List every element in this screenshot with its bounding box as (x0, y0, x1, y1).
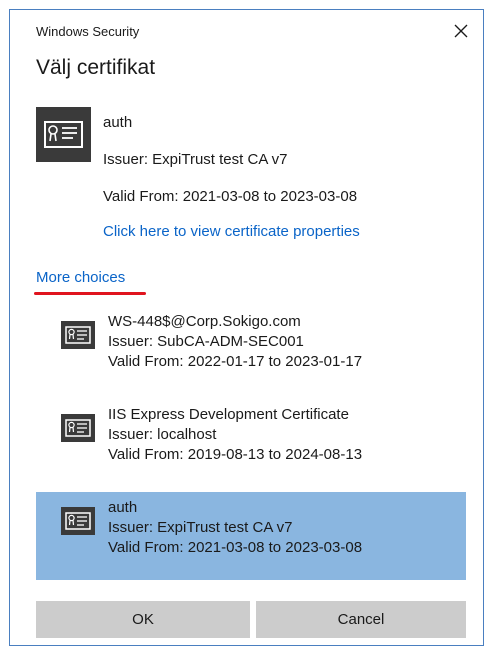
dialog-buttons: OK Cancel (36, 601, 466, 639)
choice-issuer: Issuer: localhost (108, 426, 217, 443)
certificate-choice-1[interactable]: WS-448$@Corp.Sokigo.com Issuer: SubCA-AD… (36, 306, 466, 394)
choice-name: WS-448$@Corp.Sokigo.com (108, 313, 301, 330)
certificate-choice-2[interactable]: IIS Express Development Certificate Issu… (36, 399, 466, 487)
choice-validity: Valid From: 2021-03-08 to 2023-03-08 (108, 539, 363, 556)
certificate-validity: Valid From: 2021-03-08 to 2023-03-08 (103, 188, 358, 205)
close-button[interactable] (447, 18, 475, 44)
cancel-button[interactable]: Cancel (256, 601, 466, 638)
window-title: Windows Security (36, 24, 140, 39)
choice-issuer: Issuer: SubCA-ADM-SEC001 (108, 333, 304, 350)
view-properties-link[interactable]: Click here to view certificate propertie… (103, 223, 360, 240)
certificate-icon (36, 107, 91, 162)
dialog-heading: Välj certifikat (36, 56, 156, 79)
close-icon (454, 24, 468, 38)
certificate-icon (61, 414, 95, 442)
choice-name: IIS Express Development Certificate (108, 406, 349, 423)
choice-validity: Valid From: 2022-01-17 to 2023-01-17 (108, 353, 363, 370)
red-underline-annotation (34, 292, 146, 295)
certificate-name: auth (103, 114, 133, 131)
choice-validity: Valid From: 2019-08-13 to 2024-08-13 (108, 446, 363, 463)
certificate-choice-3-selected[interactable]: auth Issuer: ExpiTrust test CA v7 Valid … (36, 492, 466, 580)
choice-name: auth (108, 499, 138, 516)
certificate-issuer: Issuer: ExpiTrust test CA v7 (103, 151, 288, 168)
ok-button[interactable]: OK (36, 601, 250, 638)
certificate-dialog: Windows Security Välj certifikat auth Is… (9, 9, 484, 646)
more-choices-link[interactable]: More choices (36, 269, 125, 286)
choice-issuer: Issuer: ExpiTrust test CA v7 (108, 519, 293, 536)
certificate-icon (61, 321, 95, 349)
certificate-icon (61, 507, 95, 535)
title-bar: Windows Security (10, 10, 483, 48)
